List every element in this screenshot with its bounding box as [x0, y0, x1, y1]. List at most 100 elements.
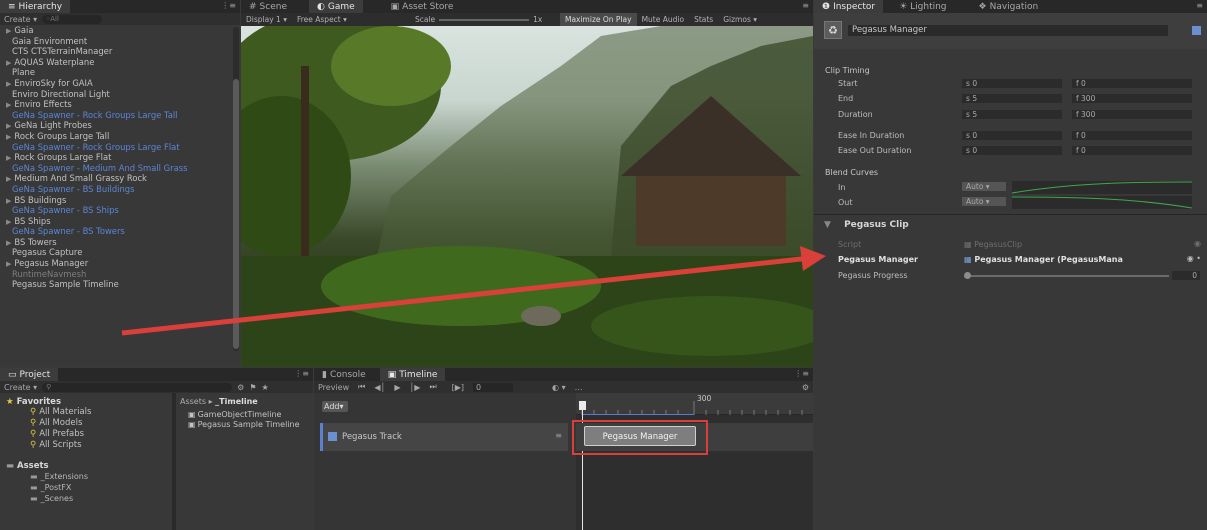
prev-frame-icon[interactable]: ◀│	[374, 383, 385, 392]
tab-game[interactable]: ◐ Game	[309, 0, 363, 13]
favorites-header[interactable]: ★ Favorites	[0, 393, 172, 407]
asset-folder-item[interactable]: ▬ _PostFX	[0, 482, 172, 493]
blend-out-curve[interactable]	[1011, 196, 1193, 209]
assets-header[interactable]: ▬ Assets	[0, 451, 172, 471]
hierarchy-item[interactable]: ▶ BS Buildings	[0, 195, 232, 206]
ease-in-seconds-field[interactable]: s 0	[962, 131, 1062, 140]
panel-menu-icon[interactable]: ⋮≡	[221, 1, 236, 10]
tab-inspector[interactable]: ❶ Inspector	[814, 0, 884, 13]
hierarchy-item[interactable]: GeNa Spawner - BS Towers	[0, 226, 232, 237]
expand-arrow-icon[interactable]: ▶	[6, 154, 11, 162]
blend-out-dropdown[interactable]: Auto ▾	[962, 197, 1006, 206]
hierarchy-item[interactable]: CTS CTSTerrainManager	[0, 46, 232, 57]
expand-arrow-icon[interactable]: ▶	[6, 260, 11, 268]
frame-field[interactable]: 0	[473, 382, 514, 392]
hierarchy-item[interactable]: ▶ Medium And Small Grassy Rock	[0, 173, 232, 184]
breadcrumb-current[interactable]: _Timeline	[215, 397, 258, 406]
gizmos-dropdown[interactable]: Gizmos ▾	[718, 13, 762, 26]
expand-arrow-icon[interactable]: ▶	[6, 197, 11, 205]
expand-arrow-icon[interactable]: ▶	[6, 133, 11, 141]
hierarchy-item[interactable]: ▶ AQUAS Waterplane	[0, 57, 232, 68]
tab-navigation[interactable]: ❖ Navigation	[971, 0, 1047, 13]
tab-scene[interactable]: # Scene	[241, 0, 295, 13]
create-dropdown[interactable]: Create ▾	[4, 15, 37, 24]
panel-menu-icon[interactable]: ≡	[1196, 1, 1203, 10]
object-name-field[interactable]: Pegasus Manager	[848, 25, 1168, 36]
project-file-item[interactable]: ▣ GameObjectTimeline	[178, 410, 313, 420]
timeline-settings-icon[interactable]: ⚙	[802, 383, 809, 392]
track-menu-icon[interactable]: ≡	[555, 431, 562, 440]
hierarchy-search-input[interactable]: ◦All	[42, 14, 103, 24]
aspect-dropdown[interactable]: Free Aspect ▾	[292, 13, 410, 26]
hierarchy-item[interactable]: Pegasus Capture	[0, 247, 232, 258]
collapse-arrow-icon[interactable]: ▼	[824, 220, 831, 230]
tab-console[interactable]: ▮ Console	[314, 368, 374, 381]
next-frame-icon[interactable]: │▶	[409, 383, 420, 392]
pegasus-progress-slider[interactable]	[964, 272, 1169, 279]
filter-icon[interactable]: ⚙	[237, 383, 244, 392]
favorite-item[interactable]: ⚲ All Prefabs	[0, 429, 172, 440]
pegasus-clip-header[interactable]: ▼ Pegasus Clip	[824, 220, 909, 230]
ease-out-frames-field[interactable]: f 0	[1072, 146, 1192, 155]
project-create-dropdown[interactable]: Create ▾	[4, 383, 37, 392]
hierarchy-item[interactable]: GeNa Spawner - Rock Groups Large Flat	[0, 142, 232, 153]
hierarchy-item[interactable]: ▶ GeNa Light Probes	[0, 120, 232, 131]
panel-menu-icon[interactable]: ⋮≡	[794, 369, 809, 378]
expand-arrow-icon[interactable]: ▶	[6, 101, 11, 109]
expand-arrow-icon[interactable]: ▶	[6, 59, 11, 67]
end-seconds-field[interactable]: s 5	[962, 94, 1062, 103]
game-viewport[interactable]	[241, 26, 813, 367]
project-search-input[interactable]: ⚲	[42, 382, 233, 392]
ease-out-seconds-field[interactable]: s 0	[962, 146, 1062, 155]
asset-folder-item[interactable]: ▬ _Extensions	[0, 471, 172, 482]
pegasus-manager-field[interactable]: ▦ Pegasus Manager (PegasusMana	[964, 255, 1182, 264]
pegasus-track-header[interactable]: Pegasus Track ≡	[320, 423, 568, 451]
hierarchy-scrollbar[interactable]	[233, 27, 239, 351]
timeline-clip-area[interactable]: 300 Pegasus Manager	[572, 393, 813, 530]
scale-slider[interactable]: Scale 1x	[410, 13, 560, 26]
end-frames-field[interactable]: f 300	[1072, 94, 1192, 103]
tab-timeline[interactable]: ▣ Timeline	[379, 368, 446, 381]
blend-in-dropdown[interactable]: Auto ▾	[962, 182, 1006, 191]
project-file-item[interactable]: ▣ Pegasus Sample Timeline	[178, 420, 313, 430]
tab-project[interactable]: ▭ Project	[0, 368, 59, 381]
tab-hierarchy[interactable]: ≡ Hierarchy	[0, 0, 71, 13]
hierarchy-item[interactable]: ▶ BS Ships	[0, 216, 232, 227]
mute-audio-toggle[interactable]: Mute Audio	[637, 13, 689, 26]
duration-seconds-field[interactable]: s 5	[962, 110, 1062, 119]
expand-arrow-icon[interactable]: ▶	[6, 239, 11, 247]
blend-in-curve[interactable]	[1011, 181, 1193, 194]
expand-arrow-icon[interactable]: ▶	[6, 27, 11, 35]
start-frames-field[interactable]: f 0	[1072, 79, 1192, 88]
goto-end-icon[interactable]: ⏭	[429, 382, 436, 392]
star-icon[interactable]: ★	[261, 383, 268, 392]
preview-toggle[interactable]: Preview	[318, 383, 349, 392]
hierarchy-item[interactable]: ▶ Pegasus Manager	[0, 258, 232, 269]
expand-arrow-icon[interactable]: ▶	[6, 175, 11, 183]
favorite-item[interactable]: ⚲ All Models	[0, 418, 172, 429]
hierarchy-item[interactable]: GeNa Spawner - BS Ships	[0, 205, 232, 216]
hierarchy-item[interactable]: Plane	[0, 67, 232, 78]
favorite-item[interactable]: ⚲ All Materials	[0, 407, 172, 418]
display-dropdown[interactable]: Display 1 ▾	[241, 13, 292, 26]
favorite-item[interactable]: ⚲ All Scripts	[0, 440, 172, 451]
maximize-on-play-toggle[interactable]: Maximize On Play	[559, 13, 637, 26]
hierarchy-scroll-thumb[interactable]	[233, 79, 239, 349]
play-range-icon[interactable]: [▶]	[452, 383, 464, 392]
timeline-ruler[interactable]: 300	[576, 393, 813, 415]
expand-arrow-icon[interactable]: ▶	[6, 80, 11, 88]
hierarchy-item[interactable]: ▶ BS Towers	[0, 237, 232, 248]
hierarchy-item[interactable]: GeNa Spawner - BS Buildings	[0, 184, 232, 195]
breadcrumb-root[interactable]: Assets	[180, 397, 206, 406]
hierarchy-item[interactable]: Pegasus Sample Timeline	[0, 279, 232, 290]
hierarchy-item[interactable]: ▶ Rock Groups Large Tall	[0, 131, 232, 142]
pegasus-progress-field[interactable]: 0	[1172, 271, 1200, 280]
play-icon[interactable]: ▶	[394, 383, 400, 392]
hierarchy-item[interactable]: ▶ EnviroSky for GAIA	[0, 78, 232, 89]
timeline-ellipsis-icon[interactable]: …	[575, 383, 583, 392]
label-icon[interactable]: ⚑	[249, 383, 256, 392]
duration-frames-field[interactable]: f 300	[1072, 110, 1192, 119]
hierarchy-item[interactable]: ▶ Rock Groups Large Flat	[0, 152, 232, 163]
hierarchy-item[interactable]: GeNa Spawner - Medium And Small Grass	[0, 163, 232, 174]
start-seconds-field[interactable]: s 0	[962, 79, 1062, 88]
